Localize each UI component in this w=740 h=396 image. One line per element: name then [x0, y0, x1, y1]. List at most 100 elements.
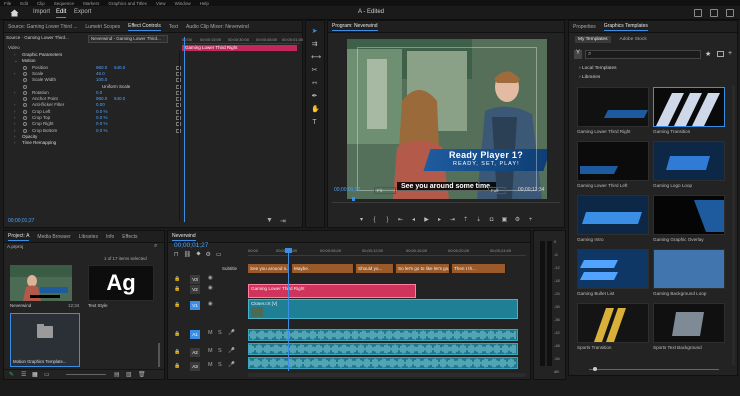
extract-icon[interactable]: ⇣: [475, 217, 482, 224]
effect-property-value[interactable]: 46.0: [96, 71, 105, 76]
subtab-my-templates[interactable]: My Templates: [575, 36, 611, 43]
program-video-frame[interactable]: Ready Player 1? READY, SET, PLAY! See yo…: [347, 39, 547, 199]
tab-program[interactable]: Program: Neverwind: [332, 23, 378, 31]
sequence-clip-selector[interactable]: Neverwind - Gaming Lower Third...: [88, 35, 168, 43]
disclosure-triangle-icon[interactable]: ›: [14, 121, 16, 126]
lift-icon[interactable]: ⇡: [462, 217, 469, 224]
track-label[interactable]: A1: [190, 330, 200, 339]
effect-property-row[interactable]: › Crop Left 0.0 %: [4, 109, 184, 115]
caption-clip[interactable]: Maybe.: [292, 264, 354, 273]
voice-over-record-icon[interactable]: 🎤: [228, 330, 235, 336]
voice-over-record-icon[interactable]: 🎤: [228, 362, 235, 368]
star-icon[interactable]: ★: [705, 50, 711, 58]
templates-scrollbar[interactable]: [732, 85, 735, 365]
pen-tool-icon[interactable]: ✒: [311, 93, 318, 100]
tab-text[interactable]: Text: [169, 24, 178, 30]
ec-playhead[interactable]: [184, 37, 185, 222]
menu-view[interactable]: View: [156, 1, 166, 6]
tab-audio-clip-mixer[interactable]: Audio Clip Mixer: Neverwind: [186, 24, 249, 30]
effect-property-value[interactable]: 0.0 %: [96, 115, 108, 120]
mute-track-icon[interactable]: M: [208, 330, 213, 336]
search-input[interactable]: [595, 52, 695, 58]
new-folder-icon[interactable]: [717, 51, 724, 57]
track-lock-icon[interactable]: 🔒: [174, 363, 180, 369]
effect-property-row[interactable]: › Rotation 0.0: [4, 90, 184, 96]
tab-graphics-templates[interactable]: Graphics Templates: [603, 23, 648, 31]
project-item-motion-graphics-template[interactable]: Motion Graphics Template...: [10, 313, 80, 367]
mute-track-icon[interactable]: M: [208, 348, 213, 354]
disclosure-triangle-icon[interactable]: ›: [14, 140, 16, 145]
go-to-in-icon[interactable]: ⇤: [397, 217, 404, 224]
caption-clip[interactable]: See you around s...: [248, 264, 290, 273]
tab-lumetri-scopes[interactable]: Lumetri Scopes: [85, 24, 120, 30]
hand-tool-icon[interactable]: ✋: [311, 106, 320, 113]
track-header[interactable]: 🔒 A2 M S 🎤: [168, 348, 246, 358]
ripple-edit-icon[interactable]: ⟷: [311, 54, 321, 61]
stopwatch-icon[interactable]: [23, 116, 27, 120]
effect-property-row[interactable]: › Scale 46.0: [4, 71, 184, 77]
program-timecode[interactable]: 00;00;01;27: [334, 187, 360, 193]
thumbnail-size-slider[interactable]: [589, 369, 719, 370]
effect-property-value[interactable]: 960.0: [96, 96, 107, 101]
disclosure-triangle-icon[interactable]: ›: [14, 109, 16, 114]
voice-over-record-icon[interactable]: 🎤: [228, 348, 235, 354]
menu-clip[interactable]: Clip: [37, 1, 45, 6]
slider-handle[interactable]: [593, 367, 597, 371]
tab-export[interactable]: Export: [74, 9, 91, 15]
folder-libraries[interactable]: › Libraries: [579, 75, 600, 80]
filter-icon[interactable]: ▼: [266, 217, 273, 224]
project-item-neverwind[interactable]: Neverwind 12;34: [10, 265, 80, 309]
ec-clip-bar[interactable]: Gaming Lower Third Right: [182, 45, 297, 51]
tab-edit[interactable]: Edit: [56, 9, 67, 18]
toggle-output-icon[interactable]: ◉: [208, 301, 213, 307]
timeline-playhead[interactable]: [288, 248, 289, 371]
effect-property-value[interactable]: 0.0 %: [96, 109, 108, 114]
menu-edit[interactable]: Edit: [20, 1, 28, 6]
effect-property-row[interactable]: › Graphic Parameters: [4, 52, 184, 58]
tab-media-browser[interactable]: Media Browser: [37, 234, 70, 240]
track-label[interactable]: V3: [190, 275, 200, 284]
tab-effects[interactable]: Effects: [122, 234, 137, 240]
effect-property-value-2[interactable]: 540.0: [114, 96, 125, 101]
play-icon[interactable]: ▶: [423, 217, 430, 224]
go-to-out-icon[interactable]: ⇥: [449, 217, 456, 224]
disclosure-triangle-icon[interactable]: ›: [14, 128, 16, 133]
zoom-slider[interactable]: [66, 374, 106, 375]
master-clip-selector[interactable]: Source · Gaming Lower Third...: [6, 35, 84, 43]
track-lock-icon[interactable]: 🔒: [174, 331, 180, 337]
project-item-text-style[interactable]: Ag Text Style: [88, 265, 158, 309]
export-frame-icon[interactable]: ⇥: [280, 217, 286, 225]
project-search-icon[interactable]: ⌕: [154, 243, 157, 250]
disclosure-triangle-icon[interactable]: ›: [14, 102, 16, 107]
track-label[interactable]: A2: [190, 348, 200, 357]
in-point-icon[interactable]: {: [371, 217, 378, 224]
list-view-icon[interactable]: ☰: [21, 371, 26, 378]
resolution-select[interactable]: Full: [488, 187, 506, 194]
track-label[interactable]: V2: [190, 285, 200, 294]
stopwatch-icon[interactable]: [23, 71, 27, 76]
timeline-settings-icon[interactable]: ⚙: [206, 251, 211, 258]
ec-timecode[interactable]: 00;00;01;27: [8, 218, 34, 224]
effect-property-value[interactable]: 100.0: [96, 77, 107, 82]
settings-icon[interactable]: ⚙: [514, 217, 521, 224]
disclosure-triangle-icon[interactable]: ›: [14, 90, 16, 95]
track-lock-icon[interactable]: 🔒: [174, 276, 180, 282]
effect-property-value[interactable]: 960.0: [96, 65, 107, 70]
caption-clip[interactable]: Then I th...: [452, 264, 506, 273]
snap-icon[interactable]: ⊓: [174, 251, 179, 258]
caption-clip[interactable]: Should yo...: [356, 264, 394, 273]
effect-property-value[interactable]: 0.00: [96, 102, 105, 107]
program-playhead[interactable]: [352, 197, 355, 201]
track-header[interactable]: 🔒 A3 M S 🎤: [168, 362, 246, 372]
menu-file[interactable]: File: [4, 1, 11, 6]
menu-markers[interactable]: Markers: [83, 1, 99, 6]
track-header[interactable]: 🔒 V2 ◉: [168, 285, 246, 295]
effect-property-row[interactable]: › Crop Bottom 0.0 %: [4, 128, 184, 134]
disclosure-triangle-icon[interactable]: ›: [14, 134, 16, 139]
track-header[interactable]: 🔒 V3 ◉: [168, 275, 246, 285]
new-item-icon[interactable]: ▧: [126, 371, 132, 378]
captions-icon[interactable]: ▭: [216, 251, 222, 258]
tab-properties[interactable]: Properties: [573, 24, 596, 30]
track-select-icon[interactable]: ⇉: [311, 41, 318, 48]
ec-ruler[interactable]: 00:00 00:00:15:00 00:00:30:00 00:00:45:0…: [182, 37, 303, 44]
